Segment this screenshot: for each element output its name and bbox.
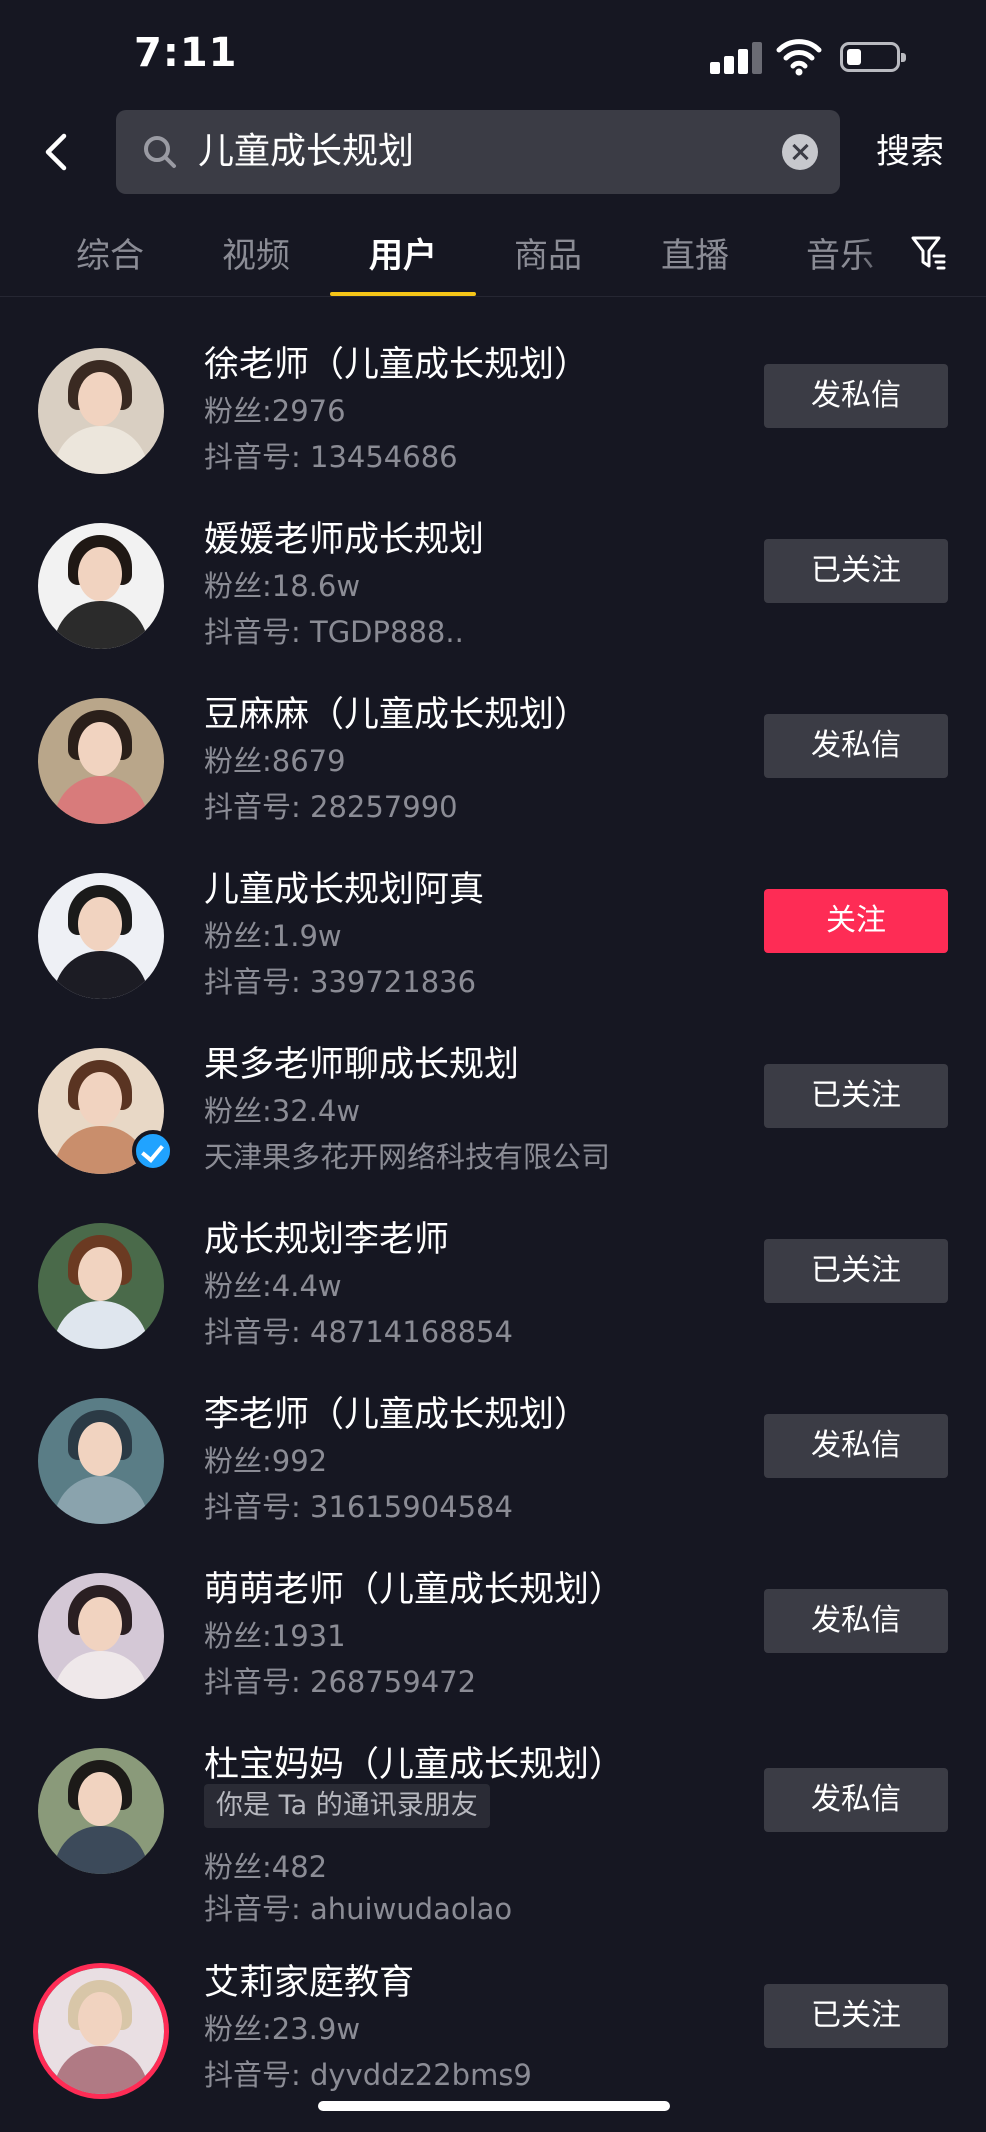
message-button[interactable]: 发私信 [764,364,948,428]
followed-button[interactable]: 已关注 [764,1064,948,1128]
avatar[interactable] [38,523,164,649]
fans-count: 粉丝:4.4w [204,1269,342,1303]
tab-products[interactable]: 商品 [478,228,618,277]
douyin-id: 抖音号: ahuiwudaolao [204,1892,513,1926]
status-bar: 7:11 [0,0,986,110]
cellular-signal-icon [710,42,762,74]
fans-count: 粉丝:23.9w [204,2012,361,2046]
user-name[interactable]: 徐老师（儿童成长规划） [204,336,589,387]
contact-friend-tag: 你是 Ta 的通讯录朋友 [204,1784,490,1828]
wifi-icon [776,39,822,76]
user-name[interactable]: 儿童成长规划阿真 [204,861,484,912]
user-name[interactable]: 杜宝妈妈（儿童成长规划） [204,1736,624,1787]
search-category-tabs: 综合 视频 用户 商品 直播 音乐 [0,220,986,297]
user-name[interactable]: 果多老师聊成长规划 [204,1036,519,1087]
user-name[interactable]: 媛媛老师成长规划 [204,511,484,562]
search-button[interactable]: 搜索 [876,110,944,194]
verification-info: 天津果多花开网络科技有限公司 [204,1140,611,1174]
filter-icon[interactable] [910,234,946,272]
fans-count: 粉丝:482 [204,1850,328,1884]
fans-count: 粉丝:1931 [204,1619,346,1653]
status-time: 7:11 [134,30,238,76]
home-indicator[interactable] [318,2101,670,2111]
message-button[interactable]: 发私信 [764,1589,948,1653]
tab-comprehensive[interactable]: 综合 [40,228,180,277]
user-name[interactable]: 成长规划李老师 [204,1211,449,1262]
avatar[interactable] [38,348,164,474]
tab-videos[interactable]: 视频 [186,228,326,277]
followed-button[interactable]: 已关注 [764,539,948,603]
douyin-id: 抖音号: 13454686 [204,440,458,474]
user-name[interactable]: 萌萌老师（儿童成长规划） [204,1561,624,1612]
fans-count: 粉丝:992 [204,1444,328,1478]
fans-count: 粉丝:8679 [204,744,346,778]
followed-button[interactable]: 已关注 [764,1984,948,2048]
douyin-id: 抖音号: 28257990 [204,790,458,824]
fans-count: 粉丝:32.4w [204,1094,361,1128]
search-icon [144,136,176,168]
tab-fade [856,220,908,290]
tab-live[interactable]: 直播 [625,228,765,277]
user-name[interactable]: 艾莉家庭教育 [204,1954,414,2005]
followed-button[interactable]: 已关注 [764,1239,948,1303]
avatar[interactable] [38,873,164,999]
clear-icon[interactable] [782,134,818,170]
fans-count: 粉丝:2976 [204,394,346,428]
fans-count: 粉丝:18.6w [204,569,361,603]
douyin-id: 抖音号: 339721836 [204,965,477,999]
douyin-id: 抖音号: 31615904584 [204,1490,513,1524]
douyin-id: 抖音号: dyvddz22bms9 [204,2058,532,2092]
message-button[interactable]: 发私信 [764,1414,948,1478]
active-tab-indicator [330,292,476,296]
follow-button[interactable]: 关注 [764,889,948,953]
search-header: 儿童成长规划 搜索 [0,110,986,194]
back-arrow-icon[interactable] [38,128,78,176]
battery-icon [840,42,906,72]
tab-users[interactable]: 用户 [333,228,473,277]
verified-badge-icon [132,1130,174,1172]
douyin-id: 抖音号: 268759472 [204,1665,477,1699]
douyin-id: 抖音号: TGDP888.. [204,615,464,649]
search-query-text[interactable]: 儿童成长规划 [198,110,414,194]
fans-count: 粉丝:1.9w [204,919,342,953]
user-name[interactable]: 李老师（儿童成长规划） [204,1386,589,1437]
avatar[interactable] [38,1398,164,1524]
avatar[interactable] [38,1968,164,2094]
search-input[interactable]: 儿童成长规划 [116,110,840,194]
message-button[interactable]: 发私信 [764,1768,948,1832]
avatar[interactable] [38,1573,164,1699]
user-name[interactable]: 豆麻麻（儿童成长规划） [204,686,589,737]
message-button[interactable]: 发私信 [764,714,948,778]
avatar[interactable] [38,1223,164,1349]
avatar[interactable] [38,1748,164,1874]
avatar[interactable] [38,698,164,824]
douyin-id: 抖音号: 48714168854 [204,1315,513,1349]
